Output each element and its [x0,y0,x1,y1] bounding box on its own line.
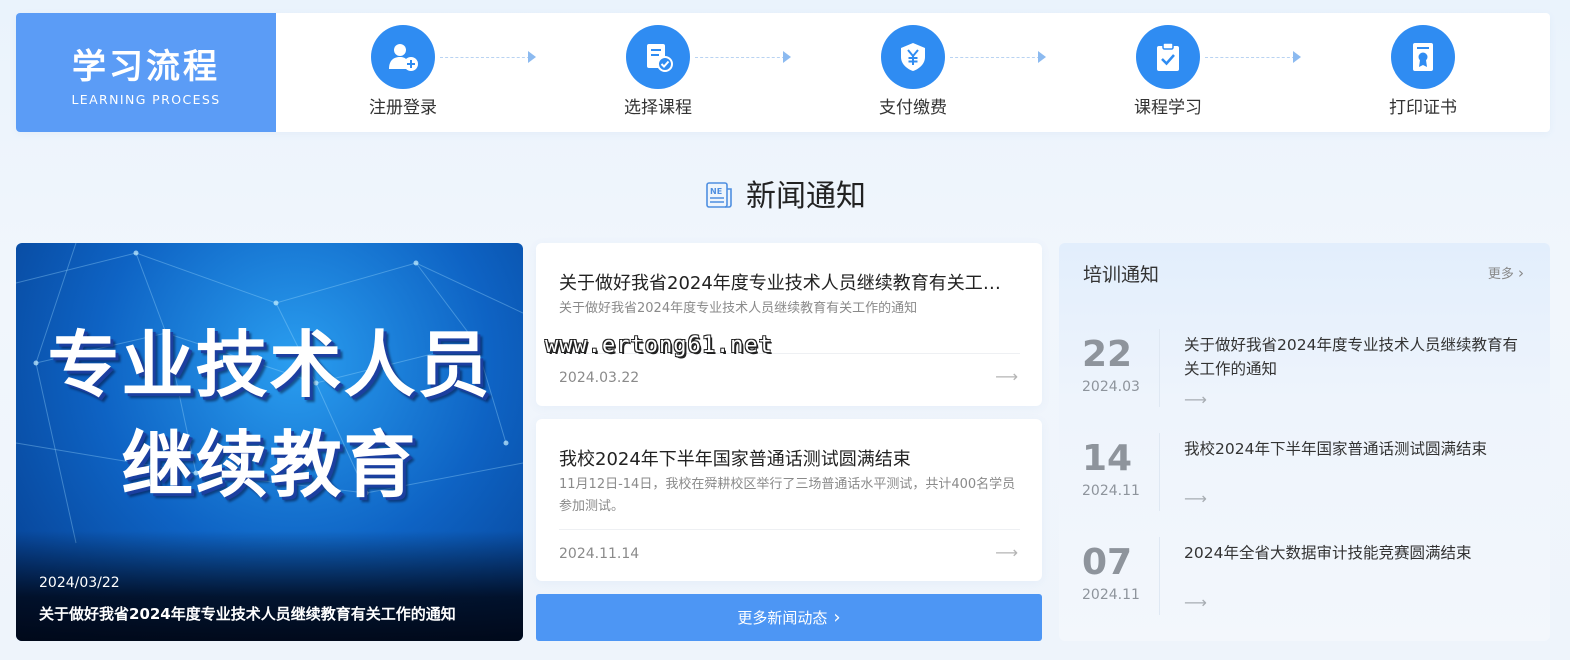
step-print-certificate[interactable]: 打印证书 [1363,25,1483,119]
step-label: 课程学习 [1134,98,1202,118]
notice-title[interactable]: 我校2024年下半年国家普通话测试圆满结束 [1184,437,1524,461]
featured-news-card[interactable]: 专业技术人员 继续教育 2024/03/22 关于做好我省2024年度专业技术人… [16,243,523,641]
news-title[interactable]: 关于做好我省2024年度专业技术人员继续教育有关工作的通知 [559,269,1014,295]
svg-text:NE: NE [710,187,722,196]
divider [559,529,1020,530]
step-arrow-icon [1293,51,1301,63]
notice-item[interactable]: 14 2024.11 我校2024年下半年国家普通话测试圆满结束 ⟶ [1059,433,1550,539]
notice-item[interactable]: 22 2024.03 关于做好我省2024年度专业技术人员继续教育有关工作的通知… [1059,329,1550,435]
step-arrow-icon [528,51,536,63]
arrow-right-icon[interactable]: ⟶ [995,543,1018,562]
news-card[interactable]: 我校2024年下半年国家普通话测试圆满结束 11月12日-14日，我校在舜耕校区… [536,419,1042,581]
more-link[interactable]: 更多 › [1488,263,1524,282]
notice-title[interactable]: 关于做好我省2024年度专业技术人员继续教育有关工作的通知 [1184,333,1524,381]
step-label: 选择课程 [624,98,692,118]
featured-title[interactable]: 关于做好我省2024年度专业技术人员继续教育有关工作的通知 [39,603,456,624]
notice-month: 2024.11 [1082,587,1140,603]
divider [1159,537,1160,615]
arrow-right-icon[interactable]: ⟶ [995,367,1018,386]
news-icon: NE [704,180,734,214]
divider [1159,433,1160,511]
step-arrow-icon [1038,51,1046,63]
more-news-button[interactable]: 更多新闻动态 › [536,594,1042,641]
chevron-right-icon: › [1518,264,1524,282]
featured-date: 2024/03/22 [39,575,120,591]
step-label: 打印证书 [1389,98,1457,118]
notice-title[interactable]: 2024年全省大数据审计技能竞赛圆满结束 [1184,541,1524,565]
notice-day: 14 [1082,438,1133,479]
step-course-study[interactable]: 课程学习 [1108,25,1228,119]
learning-process-title: 学习流程 [72,47,220,87]
news-card[interactable]: 关于做好我省2024年度专业技术人员继续教育有关工作的通知 关于做好我省2024… [536,243,1042,406]
step-payment[interactable]: 支付缴费 [853,25,973,119]
notice-month: 2024.11 [1082,483,1140,499]
arrow-right-icon[interactable]: ⟶ [1184,593,1207,612]
payment-shield-icon [881,25,945,89]
learning-process-subtitle: LEARNING PROCESS [71,92,221,107]
news-summary: 11月12日-14日，我校在舜耕校区举行了三场普通话水平测试，共计400名学员参… [559,477,1016,514]
notice-month: 2024.03 [1082,379,1140,395]
course-select-icon [626,25,690,89]
user-add-icon [371,25,435,89]
notice-day: 22 [1082,334,1133,375]
news-section-header: NE 新闻通知 [0,176,1570,218]
step-arrow-icon [783,51,791,63]
arrow-right-icon[interactable]: ⟶ [1184,390,1207,409]
step-label: 支付缴费 [879,98,947,118]
step-select-course[interactable]: 选择课程 [598,25,718,119]
more-news-label: 更多新闻动态 [737,609,828,627]
step-label: 注册登录 [369,98,437,118]
training-notice-panel: 培训通知 更多 › 22 2024.03 关于做好我省2024年度专业技术人员继… [1059,243,1550,641]
learning-process-bar: 学习流程 LEARNING PROCESS 注册登录 选择课程 支付缴费 课程学… [16,13,1550,132]
clipboard-check-icon [1136,25,1200,89]
chevron-right-icon: › [833,607,841,628]
news-title[interactable]: 我校2024年下半年国家普通话测试圆满结束 [559,445,1014,471]
news-date: 2024.03.22 [559,370,640,386]
news-summary: 关于做好我省2024年度专业技术人员继续教育有关工作的通知 [559,301,918,316]
certificate-icon [1391,25,1455,89]
news-date: 2024.11.14 [559,546,640,562]
notice-day: 07 [1082,542,1133,583]
step-register-login[interactable]: 注册登录 [343,25,463,119]
panel-title: 培训通知 [1083,264,1160,286]
more-link-label: 更多 [1487,267,1514,282]
watermark-text: www.ertong61.net [545,333,773,358]
banner-headline-line2: 继续教育 [121,423,418,507]
banner-headline-line1: 专业技术人员 [47,323,492,407]
learning-process-header: 学习流程 LEARNING PROCESS [16,13,276,132]
divider [1159,329,1160,407]
notice-item[interactable]: 07 2024.11 2024年全省大数据审计技能竞赛圆满结束 ⟶ [1059,537,1550,643]
section-title: 新闻通知 [746,179,866,214]
arrow-right-icon[interactable]: ⟶ [1184,489,1207,508]
